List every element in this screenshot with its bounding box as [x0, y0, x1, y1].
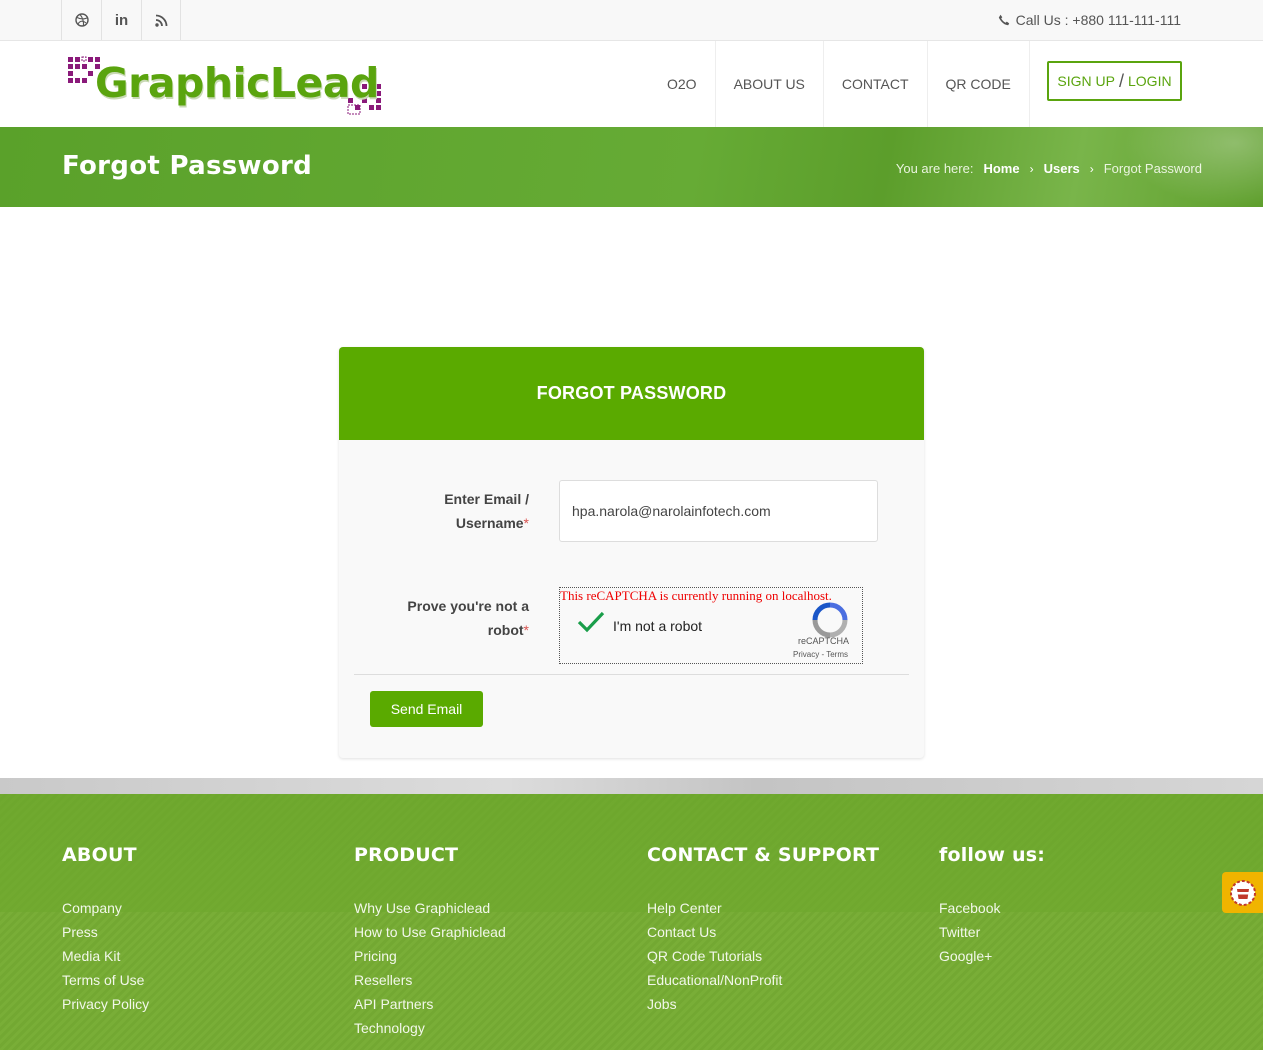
footer-link-google-plus[interactable]: Google+ — [939, 948, 992, 964]
checkmark-icon[interactable] — [576, 610, 606, 634]
footer-link[interactable]: Pricing — [354, 948, 397, 964]
page-title-banner: Forgot Password You are here: Home › Use… — [0, 127, 1263, 207]
footer-link[interactable]: Technology — [354, 1020, 425, 1036]
footer-top-band — [0, 794, 1263, 912]
recaptcha-widget: This reCAPTCHA is currently running on l… — [559, 587, 863, 664]
signup-link[interactable]: SIGN UP — [1057, 73, 1115, 89]
signup-login-box: SIGN UP / LOGIN — [1047, 61, 1182, 101]
footer-link[interactable]: Contact Us — [647, 924, 716, 940]
breadcrumb-home[interactable]: Home — [983, 161, 1019, 176]
signup-login-separator: / — [1118, 70, 1124, 91]
required-mark: * — [523, 622, 529, 638]
site-footer: ABOUT Company Press Media Kit Terms of U… — [0, 794, 1263, 1050]
main-nav: O2O ABOUT US CONTACT QR CODE — [649, 41, 1030, 127]
forgot-password-card: FORGOT PASSWORD Enter Email / Username* … — [339, 347, 924, 758]
call-us: Call Us : +880 111-111-111 — [998, 12, 1181, 28]
phone-icon — [998, 14, 1009, 26]
footer-link[interactable]: Company — [62, 900, 122, 916]
footer-product-title: PRODUCT — [354, 844, 459, 866]
email-label: Enter Email / Username* — [339, 487, 529, 535]
recaptcha-privacy-terms[interactable]: Privacy - Terms — [793, 650, 848, 659]
footer-contact: CONTACT & SUPPORT Help Center Contact Us… — [647, 844, 879, 1016]
breadcrumb-current: Forgot Password — [1103, 161, 1202, 176]
recaptcha-logo-icon — [812, 602, 848, 638]
linkedin-icon[interactable]: in — [101, 0, 141, 40]
floating-badge[interactable] — [1222, 872, 1263, 913]
dribbble-icon[interactable] — [61, 0, 101, 40]
footer-link[interactable]: How to Use Graphiclead — [354, 924, 506, 940]
breadcrumb-prefix: You are here: — [895, 161, 974, 176]
footer-link[interactable]: Privacy Policy — [62, 996, 149, 1012]
card-heading: FORGOT PASSWORD — [339, 347, 924, 440]
footer-about: ABOUT Company Press Media Kit Terms of U… — [62, 844, 149, 1016]
nav-about-us[interactable]: ABOUT US — [716, 41, 824, 127]
social-links: in — [61, 0, 181, 40]
login-link[interactable]: LOGIN — [1128, 73, 1172, 89]
footer-link[interactable]: Help Center — [647, 900, 722, 916]
footer-link[interactable]: QR Code Tutorials — [647, 948, 762, 964]
captcha-label-line2: robot — [487, 622, 524, 638]
recaptcha-checkbox-label: I'm not a robot — [613, 618, 703, 634]
footer-link[interactable]: Why Use Graphiclead — [354, 900, 490, 916]
required-mark: * — [523, 515, 529, 531]
breadcrumb-users[interactable]: Users — [1044, 161, 1080, 176]
footer-link[interactable]: Resellers — [354, 972, 412, 988]
email-label-line1: Enter Email / — [444, 491, 529, 507]
rss-icon[interactable] — [141, 0, 181, 40]
footer-divider-strip — [0, 778, 1263, 794]
top-bar: in Call Us : +880 111-111-111 — [0, 0, 1263, 41]
footer-follow-title: follow us: — [939, 844, 1045, 866]
footer-link-twitter[interactable]: Twitter — [939, 924, 980, 940]
footer-product: PRODUCT Why Use Graphiclead How to Use G… — [354, 844, 506, 1040]
captcha-label-line1: Prove you're not a — [407, 598, 529, 614]
footer-link[interactable]: Jobs — [647, 996, 677, 1012]
email-field[interactable] — [559, 480, 878, 542]
cup-icon — [1229, 879, 1256, 906]
send-email-button[interactable]: Send Email — [370, 691, 483, 727]
footer-link[interactable]: API Partners — [354, 996, 433, 1012]
footer-follow: follow us: Facebook Twitter Google+ — [939, 844, 1045, 968]
recaptcha-brand: reCAPTCHA — [797, 636, 849, 646]
captcha-label: Prove you're not a robot* — [339, 594, 529, 642]
breadcrumb: You are here: Home › Users › Forgot Pass… — [896, 161, 1202, 176]
footer-contact-title: CONTACT & SUPPORT — [647, 844, 880, 866]
chevron-right-icon: › — [1029, 161, 1034, 176]
footer-link[interactable]: Terms of Use — [62, 972, 144, 988]
call-us-text: Call Us : +880 111-111-111 — [1015, 12, 1181, 28]
footer-link[interactable]: Media Kit — [62, 948, 120, 964]
chevron-right-icon: › — [1089, 161, 1094, 176]
form-divider — [354, 674, 909, 675]
site-header: GraphicLead O2O ABOUT US CONTACT QR CODE… — [0, 41, 1263, 127]
site-logo[interactable]: GraphicLead — [68, 55, 386, 117]
linkedin-glyph: in — [114, 11, 129, 29]
recaptcha-warning: This reCAPTCHA is currently running on l… — [560, 588, 832, 603]
page-title: Forgot Password — [62, 151, 313, 181]
footer-about-title: ABOUT — [62, 844, 137, 866]
footer-link[interactable]: Educational/NonProfit — [647, 972, 782, 988]
nav-contact[interactable]: CONTACT — [824, 41, 928, 127]
footer-link-facebook[interactable]: Facebook — [939, 900, 1000, 916]
logo-text: GraphicLead — [95, 59, 379, 107]
email-label-line2: Username — [455, 515, 524, 531]
nav-o2o[interactable]: O2O — [649, 41, 716, 127]
footer-link[interactable]: Press — [62, 924, 98, 940]
nav-qr-code[interactable]: QR CODE — [928, 41, 1030, 127]
